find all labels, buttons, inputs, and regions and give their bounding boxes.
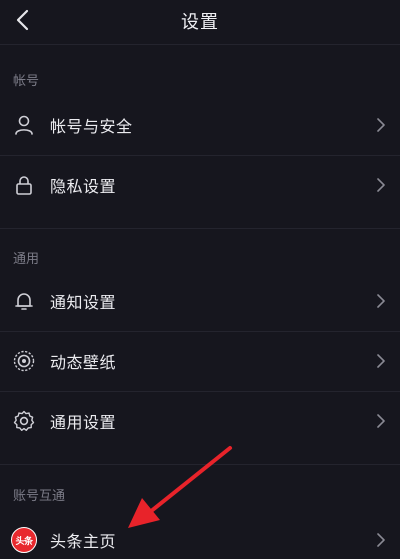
row-dynamic-wallpaper[interactable]: 动态壁纸 [0,333,400,389]
row-account-security[interactable]: 帐号与安全 [0,97,400,153]
wallpaper-icon [12,349,36,373]
divider [0,331,400,332]
row-label: 隐私设置 [50,177,117,196]
top-bar: 设置 [0,0,400,45]
row-label: 头条主页 [50,532,117,551]
page-title: 设置 [181,12,219,33]
chevron-right-icon [377,178,385,192]
row-label: 通用设置 [50,413,117,432]
chevron-right-icon [377,354,385,368]
row-toutiao-homepage[interactable]: 头条 头条主页 [0,512,400,559]
row-label: 动态壁纸 [50,353,117,372]
row-label: 帐号与安全 [50,117,133,136]
toutiao-logo-icon: 头条 [10,526,38,554]
row-privacy-settings[interactable]: 隐私设置 [0,157,400,213]
settings-screen: 设置 帐号 帐号与安全 隐私设置 通用 通知设置 动态壁纸 通用设置 账号互通 … [0,0,400,559]
chevron-right-icon [377,414,385,428]
chevron-right-icon [377,294,385,308]
divider [0,391,400,392]
divider [0,155,400,156]
row-notification-settings[interactable]: 通知设置 [0,273,400,329]
row-general-settings[interactable]: 通用设置 [0,393,400,449]
lock-icon [12,173,36,197]
row-label: 通知设置 [50,293,117,312]
section-divider [0,464,400,465]
section-divider [0,228,400,229]
user-icon [12,113,36,137]
chevron-right-icon [377,533,385,547]
chevron-right-icon [377,118,385,132]
section-title-account-linking: 账号互通 [13,489,66,504]
section-title-general: 通用 [13,252,40,267]
section-title-account: 帐号 [13,74,40,89]
bell-icon [12,289,36,313]
gear-icon [12,409,36,433]
toutiao-badge: 头条 [11,527,37,553]
